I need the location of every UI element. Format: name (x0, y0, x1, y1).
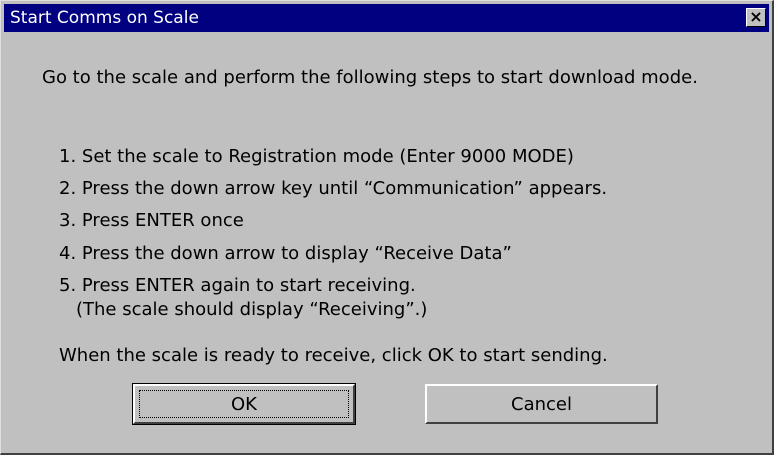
start-comms-dialog: Start Comms on Scale × Go to the scale a… (0, 0, 774, 455)
dialog-title: Start Comms on Scale (10, 8, 199, 28)
cancel-button[interactable]: Cancel (425, 384, 658, 424)
step-5-note: (The scale should display “Receiving”.) (76, 299, 428, 320)
step-4: 4. Press the down arrow to display “Rece… (59, 243, 512, 264)
step-2: 2. Press the down arrow key until “Commu… (59, 178, 608, 199)
step-5: 5. Press ENTER again to start receiving. (59, 275, 416, 296)
close-icon[interactable]: × (746, 8, 766, 27)
step-1: 1. Set the scale to Registration mode (E… (59, 146, 574, 167)
title-bar[interactable]: Start Comms on Scale × (4, 4, 769, 32)
intro-text: Go to the scale and perform the followin… (42, 67, 698, 88)
step-3: 3. Press ENTER once (59, 210, 244, 231)
focus-rectangle (139, 390, 349, 418)
ok-button[interactable]: OK (132, 383, 356, 425)
cancel-button-label: Cancel (511, 393, 572, 415)
footer-message: When the scale is ready to receive, clic… (59, 345, 608, 366)
